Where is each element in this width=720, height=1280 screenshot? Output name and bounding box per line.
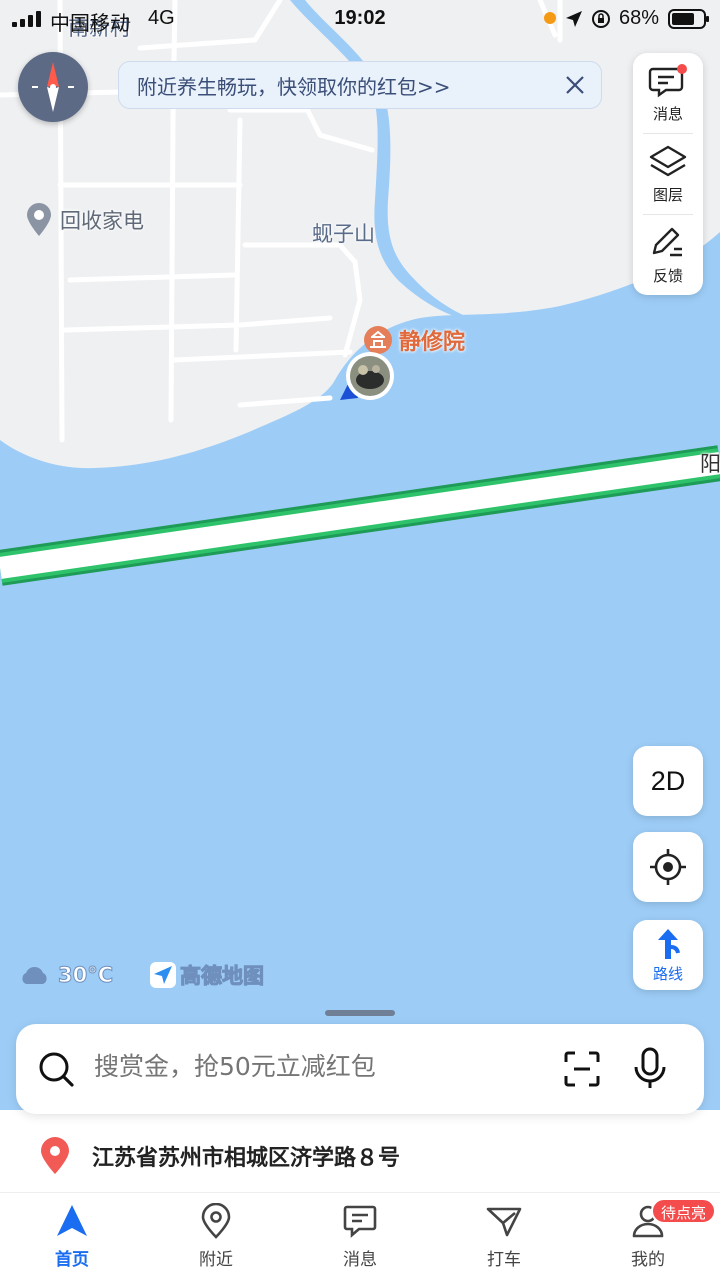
tab-taxi-label: 打车 (487, 1250, 521, 1270)
status-bar: 中国移动 4G 19:02 68% (0, 0, 720, 38)
taxi-icon (486, 1207, 522, 1237)
layers-tool-button[interactable]: 图层 (633, 134, 703, 214)
scan-button[interactable] (562, 1049, 602, 1089)
route-button[interactable]: 路线 (633, 920, 703, 990)
promo-banner[interactable]: 附近养生畅玩，快领取你的红包>> (118, 61, 602, 109)
locate-icon (650, 849, 686, 885)
search-input[interactable] (94, 1052, 514, 1081)
poi-recycle-label: 回收家电 (60, 209, 144, 233)
orientation-lock-icon (592, 10, 610, 28)
battery-icon (668, 9, 709, 29)
scan-icon (564, 1051, 600, 1087)
compass-icon (32, 62, 74, 112)
map-label-road: 阳 (700, 452, 720, 476)
user-location-marker[interactable] (336, 350, 400, 410)
microphone-icon (634, 1047, 666, 1088)
bottom-tab-bar: 首页 附近 消息 打车 我的 (0, 1192, 720, 1280)
map-tool-panel: 消息 图层 反馈 (633, 53, 703, 295)
location-arrow-icon (566, 11, 582, 27)
tab-home-label: 首页 (55, 1250, 89, 1270)
tab-home[interactable]: 首页 (0, 1203, 144, 1273)
sheet-drag-handle[interactable] (325, 1010, 395, 1016)
brand-name: 高德地图 (180, 964, 265, 989)
pencil-icon (652, 227, 682, 256)
clock: 19:02 (334, 7, 386, 29)
route-label: 路线 (652, 964, 683, 983)
poi-recycle[interactable]: 回收家电 (24, 202, 144, 238)
cloud-icon (22, 966, 47, 984)
tab-taxi[interactable]: 打车 (432, 1203, 576, 1273)
weather-widget[interactable]: 30°C (18, 960, 114, 990)
banner-text: 附近养生畅玩，快领取你的红包>> (137, 74, 451, 99)
messages-tool-button[interactable]: 消息 (633, 53, 703, 133)
messages-tool-label: 消息 (652, 104, 683, 123)
location-pin-icon (27, 203, 51, 236)
route-arrow-icon (658, 928, 680, 959)
privacy-dot (544, 12, 556, 24)
profile-badge: 待点亮 (651, 1198, 717, 1224)
brand-logo: 高德地图 (150, 960, 265, 990)
tab-nearby[interactable]: 附近 (144, 1203, 288, 1273)
battery-percent: 68% (619, 7, 660, 29)
feedback-tool-button[interactable]: 反馈 (633, 215, 703, 295)
address-text: 江苏省苏州市相城区济学路８号 (92, 1146, 401, 1171)
poi-temple-label: 静修院 (399, 330, 466, 355)
view-mode-label: 2D (650, 765, 686, 796)
compass-button[interactable] (18, 52, 88, 122)
map-label-hill: 蚬子山 (312, 222, 375, 246)
user-avatar-marker (340, 352, 394, 400)
tab-messages-label: 消息 (343, 1250, 377, 1270)
message-icon (648, 63, 687, 97)
search-bar[interactable] (16, 1024, 704, 1114)
home-nav-icon (57, 1205, 87, 1236)
message-tab-icon (343, 1205, 377, 1238)
close-icon (566, 76, 584, 94)
temperature-label: 30°C (57, 963, 114, 988)
voice-search-button[interactable] (632, 1047, 668, 1091)
tab-messages[interactable]: 消息 (288, 1203, 432, 1273)
view-mode-toggle[interactable]: 2D (633, 746, 703, 816)
locate-me-button[interactable] (633, 832, 703, 902)
banner-close-button[interactable] (549, 61, 601, 109)
location-pin-icon (41, 1137, 69, 1174)
search-icon (39, 1052, 74, 1087)
current-address[interactable]: 江苏省苏州市相城区济学路８号 (38, 1136, 400, 1176)
nearby-icon (201, 1203, 231, 1239)
layers-tool-label: 图层 (652, 185, 683, 204)
amap-logo-icon (150, 962, 176, 988)
layers-icon (649, 145, 687, 176)
tab-profile-label: 我的 (631, 1250, 665, 1270)
feedback-tool-label: 反馈 (652, 266, 683, 285)
tab-nearby-label: 附近 (199, 1250, 233, 1270)
